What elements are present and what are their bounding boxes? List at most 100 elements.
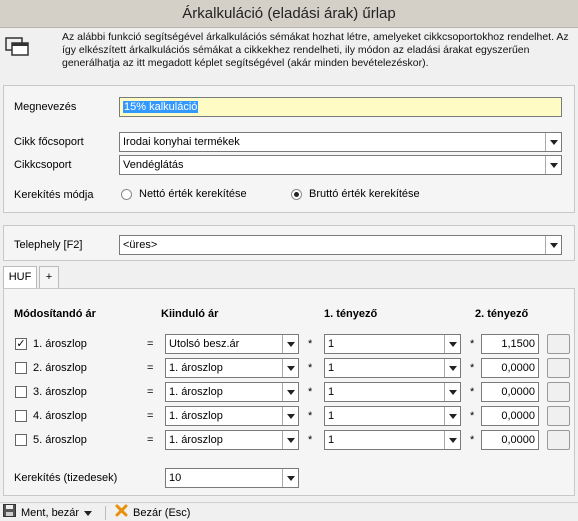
factor2-input[interactable]: 0,0000	[481, 382, 539, 402]
chevron-down-icon[interactable]	[282, 469, 298, 487]
factor1-value: 1	[328, 362, 335, 374]
row-action-button[interactable]	[547, 382, 570, 402]
factor2-value: 0,0000	[501, 386, 535, 398]
factor1-value: 1	[328, 386, 335, 398]
base-price-value: 1. ároszlop	[169, 362, 223, 374]
main-group-label: Cikk főcsoport	[14, 136, 84, 148]
row-action-button[interactable]	[547, 406, 570, 426]
chevron-down-icon[interactable]	[282, 335, 298, 353]
row-checkbox[interactable]: ✓	[15, 338, 27, 350]
chevron-down-icon[interactable]	[545, 236, 561, 254]
multiply-sign: *	[308, 434, 313, 446]
row-action-button[interactable]	[547, 334, 570, 354]
rounding-net-radio[interactable]	[121, 189, 132, 200]
factor2-input[interactable]: 1,1500	[481, 334, 539, 354]
multiply-sign: *	[470, 338, 475, 350]
row-action-button[interactable]	[547, 430, 570, 450]
base-price-value: 1. ároszlop	[169, 386, 223, 398]
base-price-select[interactable]: 1. ároszlop	[165, 382, 299, 402]
chevron-down-icon[interactable]	[444, 359, 460, 377]
factor1-select[interactable]: 1	[324, 358, 461, 378]
group-label: Cikkcsoport	[14, 159, 72, 171]
chevron-down-icon[interactable]	[444, 383, 460, 401]
name-input-value: 15% kalkuláció	[123, 101, 199, 113]
main-group-value: Irodai konyhai termékek	[123, 136, 240, 148]
group-select[interactable]: Vendéglátás	[119, 155, 562, 175]
decimals-label: Kerekítés (tizedesek)	[14, 472, 118, 484]
factor2-input[interactable]: 0,0000	[481, 430, 539, 450]
caret-down-icon[interactable]	[84, 505, 93, 521]
base-price-select[interactable]: Utolsó besz.ár	[165, 334, 299, 354]
equals-sign: =	[147, 362, 154, 374]
base-price-value: 1. ároszlop	[169, 434, 223, 446]
info-banner: Az alábbi funkció segítségével árkalkulá…	[0, 28, 578, 72]
header-price: Módosítandó ár	[14, 308, 96, 320]
rounding-gross-label[interactable]: Bruttó érték kerekítése	[309, 188, 420, 200]
close-icon	[115, 504, 128, 521]
factor2-input[interactable]: 0,0000	[481, 358, 539, 378]
close-label: Bezár (Esc)	[133, 507, 191, 519]
equals-sign: =	[147, 410, 154, 422]
chevron-down-icon[interactable]	[444, 335, 460, 353]
multiply-sign: *	[308, 386, 313, 398]
main-group-select[interactable]: Irodai konyhai termékek	[119, 132, 562, 152]
row-checkbox[interactable]	[15, 362, 27, 374]
rounding-gross-radio[interactable]	[291, 189, 302, 200]
factor2-value: 1,1500	[501, 338, 535, 350]
save-icon	[3, 504, 16, 521]
base-price-select[interactable]: 1. ároszlop	[165, 430, 299, 450]
chevron-down-icon[interactable]	[282, 383, 298, 401]
chevron-down-icon[interactable]	[282, 407, 298, 425]
base-price-value: Utolsó besz.ár	[169, 338, 240, 350]
header-factor1: 1. tényező	[324, 308, 378, 320]
name-input[interactable]: 15% kalkuláció	[119, 97, 562, 117]
factor1-select[interactable]: 1	[324, 430, 461, 450]
multiply-sign: *	[308, 362, 313, 374]
factor1-value: 1	[328, 338, 335, 350]
chevron-down-icon[interactable]	[444, 407, 460, 425]
chevron-down-icon[interactable]	[545, 133, 561, 151]
main-form-panel: Megnevezés 15% kalkuláció Cikk főcsoport…	[3, 85, 575, 213]
base-price-select[interactable]: 1. ároszlop	[165, 406, 299, 426]
chevron-down-icon[interactable]	[545, 156, 561, 174]
row-action-button[interactable]	[547, 358, 570, 378]
tab-add[interactable]: +	[39, 266, 59, 288]
multiply-sign: *	[308, 338, 313, 350]
factor1-select[interactable]: 1	[324, 382, 461, 402]
equals-sign: =	[147, 338, 154, 350]
base-price-select[interactable]: 1. ároszlop	[165, 358, 299, 378]
factor2-input[interactable]: 0,0000	[481, 406, 539, 426]
form-window-icon	[5, 36, 31, 56]
decimals-select[interactable]: 10	[165, 468, 299, 488]
bottom-toolbar: Ment, bezár Bezár (Esc)	[0, 502, 578, 521]
site-select[interactable]: <üres>	[119, 235, 562, 255]
row-checkbox[interactable]	[15, 386, 27, 398]
chevron-down-icon[interactable]	[444, 431, 460, 449]
toolbar-divider	[105, 506, 106, 520]
multiply-sign: *	[470, 434, 475, 446]
window-title: Árkalkuláció (eladási árak) űrlap	[0, 0, 578, 28]
factor2-value: 0,0000	[501, 362, 535, 374]
name-label: Megnevezés	[14, 101, 77, 113]
equals-sign: =	[147, 386, 154, 398]
factor1-select[interactable]: 1	[324, 334, 461, 354]
close-button[interactable]: Bezár (Esc)	[115, 504, 191, 521]
rounding-net-label[interactable]: Nettó érték kerekítése	[139, 188, 247, 200]
equals-sign: =	[147, 434, 154, 446]
factor1-value: 1	[328, 434, 335, 446]
base-price-value: 1. ároszlop	[169, 410, 223, 422]
site-value: <üres>	[123, 239, 158, 251]
row-label: 4. ároszlop	[33, 410, 87, 422]
multiply-sign: *	[470, 386, 475, 398]
chevron-down-icon[interactable]	[282, 431, 298, 449]
chevron-down-icon[interactable]	[282, 359, 298, 377]
group-value: Vendéglátás	[123, 159, 184, 171]
row-checkbox[interactable]	[15, 410, 27, 422]
multiply-sign: *	[470, 362, 475, 374]
row-checkbox[interactable]	[15, 434, 27, 446]
factor1-select[interactable]: 1	[324, 406, 461, 426]
save-close-button[interactable]: Ment, bezár	[3, 504, 93, 521]
site-label: Telephely [F2]	[14, 239, 83, 251]
row-label: 2. ároszlop	[33, 362, 87, 374]
tab-huf[interactable]: HUF	[3, 266, 37, 288]
